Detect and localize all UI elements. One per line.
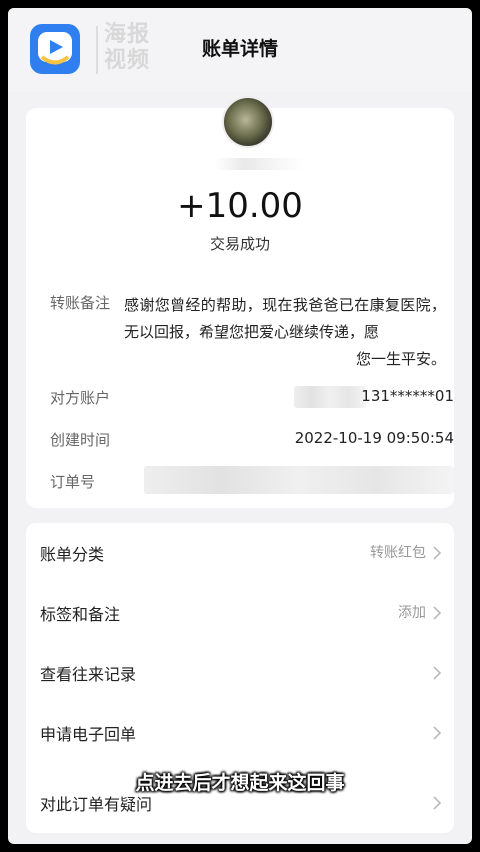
- menu-item-value: 添加: [398, 605, 426, 621]
- time-label: 创建时间: [50, 431, 111, 449]
- menu-item-category[interactable]: 账单分类 转账红包: [26, 523, 454, 583]
- header-bar: 海报 视频 账单详情: [8, 8, 472, 92]
- menu-item-e-receipt[interactable]: 申请电子回单: [26, 703, 454, 763]
- menu-item-label: 账单分类: [40, 545, 105, 564]
- menu-item-label: 申请电子回单: [40, 725, 137, 744]
- remark-text: 感谢您曾经的帮助，现在我爸爸已在康复医院，无以回报，希望您把爱心继续传递，愿 您…: [124, 292, 446, 373]
- video-subtitle-caption: 点进去后才想起来这回事: [135, 772, 345, 794]
- chevron-right-icon: [433, 606, 442, 620]
- transaction-status: 交易成功: [209, 235, 270, 253]
- blurred-payer-name: [214, 158, 304, 170]
- time-value: 2022-10-19 09:50:54: [294, 429, 454, 447]
- payer-avatar: [222, 96, 274, 148]
- chevron-right-icon: [433, 666, 442, 680]
- chevron-right-icon: [433, 796, 442, 810]
- blurred-order-number: [144, 466, 454, 494]
- page-title: 账单详情: [201, 38, 278, 60]
- menu-item-tags-remarks[interactable]: 标签和备注 添加: [26, 583, 454, 643]
- chevron-right-icon: [433, 546, 442, 560]
- chevron-right-icon: [433, 726, 442, 740]
- blurred-account-name: [294, 386, 366, 408]
- account-label: 对方账户: [50, 389, 111, 407]
- menu-item-label: 标签和备注: [40, 605, 121, 624]
- menu-item-label: 查看往来记录: [40, 665, 137, 684]
- transaction-detail-card: +10.00 交易成功 转账备注 感谢您曾经的帮助，现在我爸爸已在康复医院，无以…: [26, 96, 454, 508]
- remark-text-main: 感谢您曾经的帮助，现在我爸爸已在康复医院，无以回报，希望您把爱心继续传递，愿: [124, 296, 446, 341]
- menu-item-history[interactable]: 查看往来记录: [26, 643, 454, 703]
- order-label: 订单号: [50, 473, 96, 491]
- account-value: 131******01: [361, 387, 454, 405]
- app-screen: 海报 视频 账单详情 +10.00 交易成功 转账备注 感谢您曾经的帮助，现在我…: [8, 8, 472, 844]
- remark-text-last: 您一生平安。: [355, 350, 446, 368]
- remark-label: 转账备注: [50, 294, 111, 312]
- transaction-amount: +10.00: [177, 186, 303, 226]
- menu-item-value: 转账红包: [370, 545, 426, 561]
